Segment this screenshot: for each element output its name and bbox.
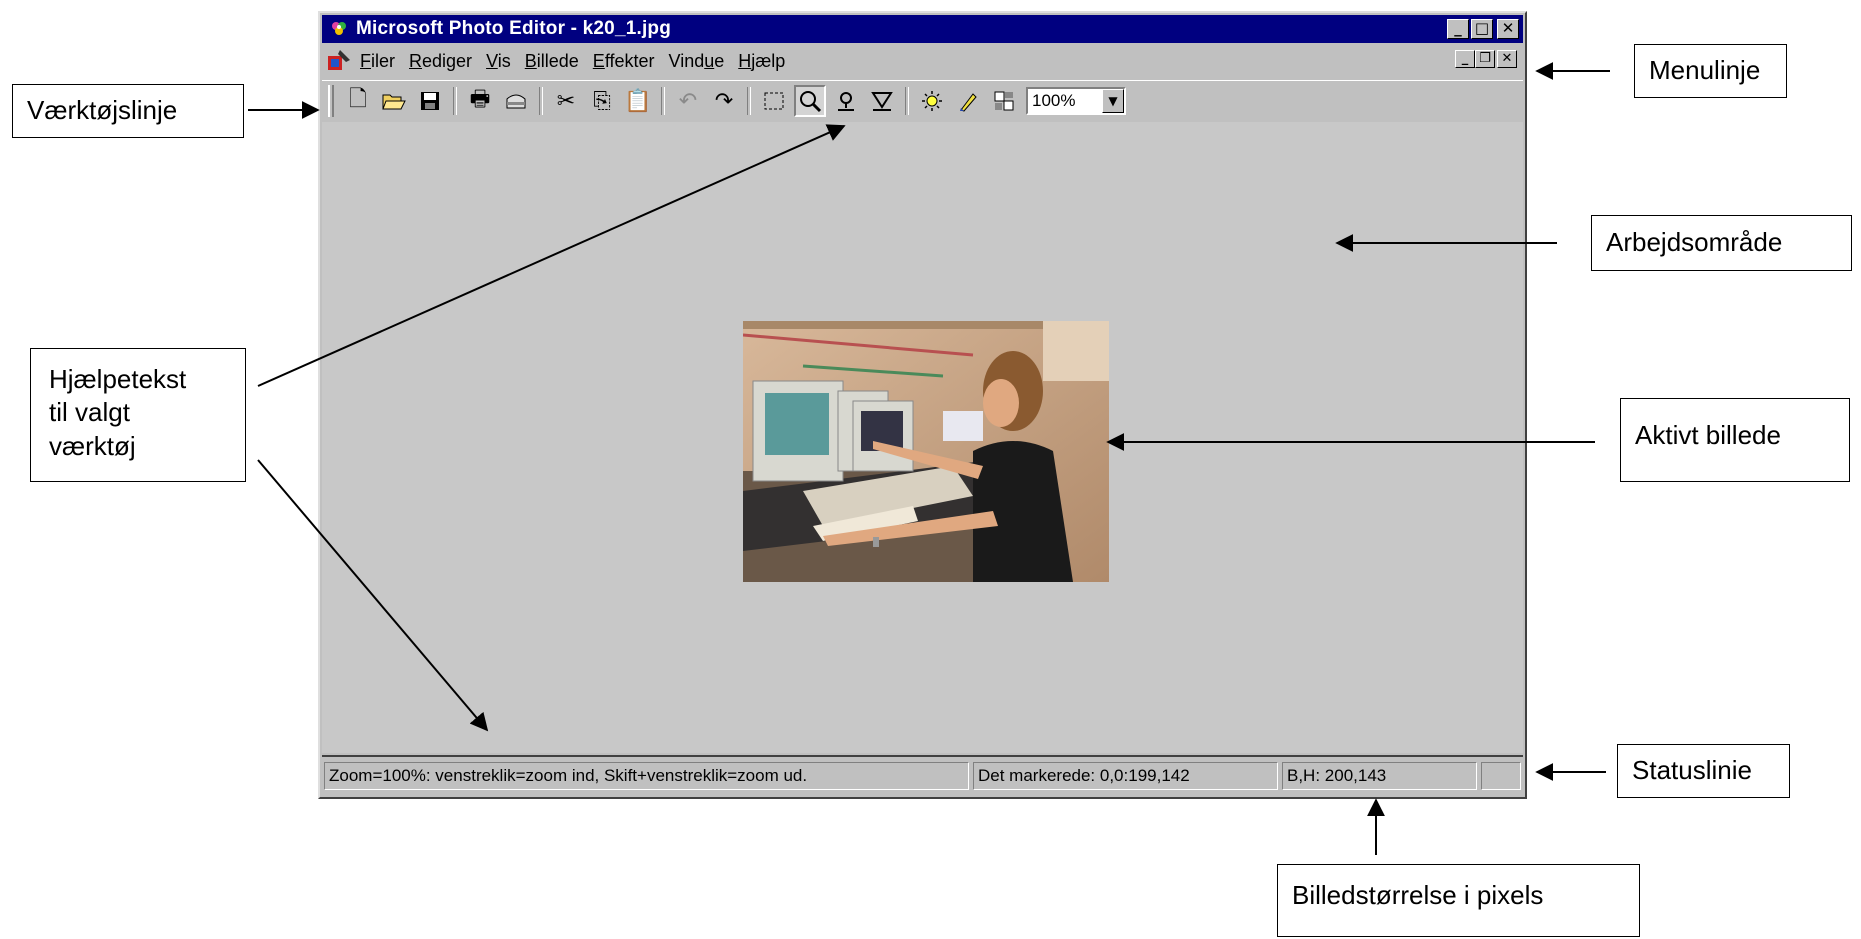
redo-icon[interactable]: ↷: [708, 85, 740, 117]
balance-icon[interactable]: [916, 85, 948, 117]
zoom-select[interactable]: 100% ▼: [1026, 87, 1126, 115]
new-icon[interactable]: 🗋: [342, 85, 374, 117]
copy-icon[interactable]: ⎘: [586, 85, 618, 117]
status-bar: Zoom=100%: venstreklik=zoom ind, Skift+v…: [322, 755, 1523, 795]
caption-buttons: _ □ ✕: [1447, 19, 1519, 39]
toolbar-separator: [539, 87, 543, 115]
properties-icon[interactable]: [988, 85, 1020, 117]
menu-billede[interactable]: Billede: [525, 51, 579, 72]
retouch-icon[interactable]: [952, 85, 984, 117]
annotation-helptext-line1: Hjælpetekst: [49, 364, 187, 394]
window-title: Microsoft Photo Editor - k20_1.jpg: [356, 18, 672, 39]
annotation-image-size: Billedstørrelse i pixels: [1277, 864, 1640, 937]
minimize-button[interactable]: _: [1447, 19, 1469, 39]
status-image-size: B,H: 200,143: [1282, 762, 1477, 790]
status-help-text: Zoom=100%: venstreklik=zoom ind, Skift+v…: [324, 762, 969, 790]
annotation-helptext: Hjælpetekst til valgt værktøj: [30, 348, 246, 482]
scan-icon[interactable]: [500, 85, 532, 117]
menu-vis[interactable]: Vis: [486, 51, 511, 72]
cut-icon[interactable]: ✂: [550, 85, 582, 117]
status-selection: Det markerede: 0,0:199,142: [973, 762, 1278, 790]
toolbar-separator: [453, 87, 457, 115]
close-button[interactable]: ✕: [1497, 19, 1519, 39]
annotation-workarea: Arbejdsområde: [1591, 215, 1852, 271]
annotation-menubar: Menulinje: [1634, 44, 1787, 98]
zoom-value[interactable]: 100%: [1028, 91, 1102, 111]
annotation-statusbar: Statuslinie: [1617, 744, 1790, 798]
annotation-helptext-line2: til valgt: [49, 397, 130, 428]
document-caption-buttons: _ ❐ ✕: [1455, 50, 1517, 68]
toolbar-separator: [661, 87, 665, 115]
annotation-helptext-line3: værktøj: [49, 430, 136, 461]
toolbar-separator: [905, 87, 909, 115]
toolbar-grip[interactable]: [328, 85, 334, 117]
title-bar[interactable]: Microsoft Photo Editor - k20_1.jpg _ □ ✕: [322, 15, 1523, 43]
active-image[interactable]: [743, 321, 1109, 582]
photo-editor-window: Microsoft Photo Editor - k20_1.jpg _ □ ✕…: [318, 11, 1527, 799]
annotation-toolbar: Værktøjslinje: [12, 84, 244, 138]
save-icon[interactable]: [414, 85, 446, 117]
document-icon[interactable]: [326, 48, 352, 74]
status-extra-panel: [1481, 762, 1521, 790]
undo-icon[interactable]: ↶: [672, 85, 704, 117]
print-icon[interactable]: 🖶: [464, 85, 496, 117]
menu-rediger[interactable]: Rediger: [409, 51, 472, 72]
doc-minimize-button[interactable]: _: [1455, 50, 1475, 68]
work-area[interactable]: [322, 122, 1523, 753]
toolbar: 🗋 🖶 ✂ ⎘ 📋 ↶ ↷ 100% ▼: [322, 80, 1523, 121]
zoom-icon[interactable]: [794, 85, 826, 117]
annotation-active-image: Aktivt billede: [1620, 398, 1850, 482]
maximize-button[interactable]: □: [1471, 19, 1493, 39]
toolbar-separator: [747, 87, 751, 115]
zoom-dropdown-button[interactable]: ▼: [1102, 89, 1124, 113]
app-icon[interactable]: [328, 18, 350, 40]
menu-hjaelp[interactable]: Hjælp: [738, 51, 785, 72]
paste-icon[interactable]: 📋: [622, 85, 654, 117]
doc-restore-button[interactable]: ❐: [1475, 50, 1495, 68]
select-icon[interactable]: [758, 85, 790, 117]
smudge-icon[interactable]: [830, 85, 862, 117]
menu-bar: Filer Rediger Vis Billede Effekter Vindu…: [322, 44, 1523, 78]
open-icon[interactable]: [378, 85, 410, 117]
menu-vindue[interactable]: Vindue: [669, 51, 725, 72]
menu-effekter[interactable]: Effekter: [593, 51, 655, 72]
doc-close-button[interactable]: ✕: [1497, 50, 1517, 68]
menu-filer[interactable]: Filer: [360, 51, 395, 72]
sharpen-icon[interactable]: [866, 85, 898, 117]
